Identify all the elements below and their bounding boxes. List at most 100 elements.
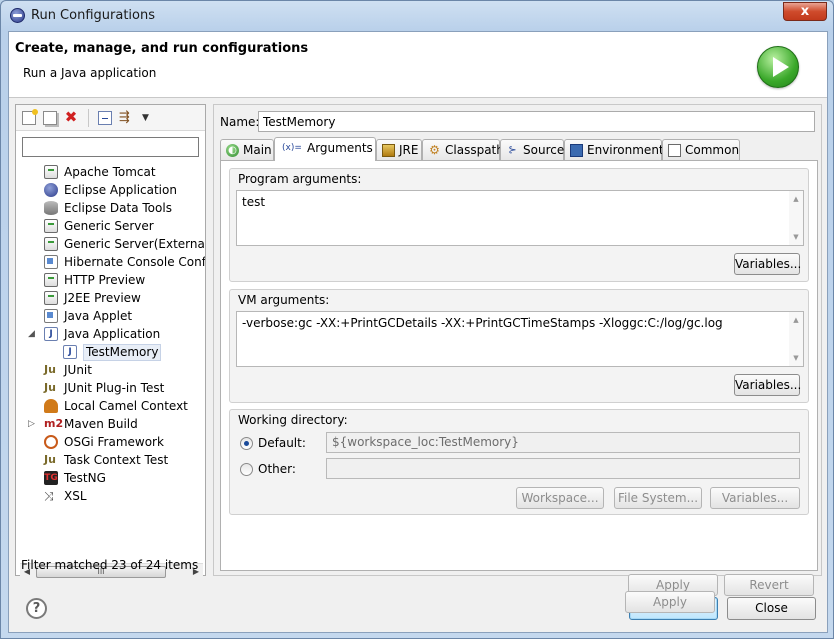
tab-source[interactable]: ⊱ Source <box>500 139 564 161</box>
java-application-icon: J <box>44 327 58 341</box>
program-variables-button[interactable]: Variables... <box>734 253 801 275</box>
tree-item-label: HTTP Preview <box>64 273 146 287</box>
apply-button[interactable]: Apply <box>625 591 715 613</box>
tree-item-label: Eclipse Application <box>64 183 177 197</box>
close-button[interactable]: Close <box>727 597 816 620</box>
tree-item-label: Generic Server(External La <box>64 237 205 251</box>
tree-item-label: Hibernate Console Config <box>64 255 205 269</box>
arguments-tab-icon: (x)= <box>282 143 302 153</box>
duplicate-icon[interactable] <box>43 111 57 125</box>
tree-item-junit[interactable]: Ju JUnit <box>16 361 205 379</box>
tree-item-testng[interactable]: TG TestNG <box>16 469 205 487</box>
server-icon <box>44 165 58 179</box>
tree-item-label: JUnit Plug-in Test <box>64 381 165 395</box>
tab-environment[interactable]: Environment <box>564 139 664 161</box>
camel-icon <box>44 399 58 413</box>
scroll-down-icon[interactable]: ▼ <box>789 352 803 364</box>
name-label: Name: <box>220 115 260 129</box>
vm-arguments-label: VM arguments: <box>238 293 330 307</box>
tab-jre[interactable]: JRE <box>376 139 422 161</box>
tree-item-junit-plugin-test[interactable]: Ju JUnit Plug-in Test <box>16 379 205 397</box>
workspace-button[interactable]: Workspace... <box>516 487 604 509</box>
tree-item-xsl[interactable]: ⤨ XSL <box>16 487 205 505</box>
help-icon[interactable]: ? <box>26 598 47 619</box>
other-directory-field <box>326 458 800 479</box>
header-title: Create, manage, and run configurations <box>15 41 309 56</box>
tree-item-osgi-framework[interactable]: OSGi Framework <box>16 433 205 451</box>
tree-item-eclipse-application[interactable]: Eclipse Application <box>16 181 205 199</box>
tree-item-generic-server-external[interactable]: Generic Server(External La <box>16 235 205 253</box>
eclipse-icon <box>44 183 58 197</box>
configuration-tree: Apache Tomcat Eclipse Application Eclips… <box>16 163 205 523</box>
tree-item-label: Local Camel Context <box>64 399 188 413</box>
tab-main[interactable]: ◐ Main <box>220 139 274 161</box>
tree-item-label: TestNG <box>64 471 106 485</box>
collapsed-twisty-icon[interactable]: ▷ <box>28 415 35 433</box>
tab-common[interactable]: Common <box>662 139 740 161</box>
dialog-header: Create, manage, and run configurations R… <box>9 32 827 98</box>
program-arguments-textarea[interactable]: test ▲ ▼ <box>236 190 804 246</box>
tab-arguments[interactable]: (x)= Arguments <box>274 137 376 161</box>
other-directory-radio[interactable] <box>240 463 253 476</box>
other-directory-label: Other: <box>258 462 296 476</box>
delete-icon[interactable]: ✖ <box>64 110 78 125</box>
tree-item-http-preview[interactable]: HTTP Preview <box>16 271 205 289</box>
tree-item-label: Maven Build <box>64 417 138 431</box>
configuration-editor-pane: Name: ◐ Main (x)= Arguments JRE ⚙ Classp… <box>213 104 822 613</box>
working-directory-group: Working directory: Default: ${workspace_… <box>229 409 809 515</box>
tab-label: Main <box>243 143 272 157</box>
tab-label: Classpath <box>445 143 504 157</box>
tree-item-j2ee-preview[interactable]: J2EE Preview <box>16 289 205 307</box>
window-close-button[interactable]: x <box>783 2 827 21</box>
tab-label: JRE <box>399 143 419 157</box>
filter-icon[interactable]: ⇶ <box>119 111 133 125</box>
tree-item-generic-server[interactable]: Generic Server <box>16 217 205 235</box>
tree-item-label: Task Context Test <box>64 453 169 467</box>
database-icon <box>44 201 58 215</box>
toolbar-separator <box>88 109 89 127</box>
header-subtitle: Run a Java application <box>23 66 157 80</box>
new-configuration-icon[interactable] <box>22 109 38 125</box>
name-input[interactable] <box>258 111 815 132</box>
tab-classpath[interactable]: ⚙ Classpath <box>422 139 504 161</box>
title-bar: Run Configurations x <box>1 1 833 31</box>
tree-item-local-camel-context[interactable]: Local Camel Context <box>16 397 205 415</box>
dialog-client-area: Create, manage, and run configurations R… <box>8 31 828 633</box>
tab-label: Source <box>523 143 565 157</box>
default-directory-radio[interactable] <box>240 437 253 450</box>
tab-label: Environment <box>587 143 664 157</box>
run-icon <box>757 46 799 88</box>
main-tab-icon: ◐ <box>226 144 239 157</box>
expanded-twisty-icon[interactable]: ◢ <box>28 325 35 343</box>
view-menu-icon[interactable]: ▼ <box>142 111 156 125</box>
classpath-tab-icon: ⚙ <box>429 143 440 157</box>
server-icon <box>44 273 58 287</box>
osgi-icon <box>44 435 58 449</box>
revert-button[interactable]: Revert <box>724 574 814 596</box>
tree-item-apache-tomcat[interactable]: Apache Tomcat <box>16 163 205 181</box>
vm-variables-button[interactable]: Variables... <box>734 374 801 396</box>
tree-item-java-application[interactable]: ◢ J Java Application <box>16 325 205 343</box>
tree-item-testmemory[interactable]: J TestMemory <box>16 343 205 361</box>
configuration-tabs: ◐ Main (x)= Arguments JRE ⚙ Classpath ⊱ <box>220 137 818 161</box>
tree-item-task-context-test[interactable]: Ju Task Context Test <box>16 451 205 469</box>
default-directory-field: ${workspace_loc:TestMemory} <box>326 432 800 453</box>
file-system-button[interactable]: File System... <box>614 487 702 509</box>
maven-icon: m2 <box>44 417 64 430</box>
source-tab-icon: ⊱ <box>508 145 517 156</box>
default-directory-label: Default: <box>258 436 306 450</box>
vm-arguments-textarea[interactable]: -verbose:gc -XX:+PrintGCDetails -XX:+Pri… <box>236 311 804 367</box>
scroll-down-icon[interactable]: ▼ <box>789 231 803 243</box>
tree-item-hibernate-console[interactable]: Hibernate Console Config <box>16 253 205 271</box>
filter-input[interactable] <box>22 137 199 157</box>
tree-item-maven-build[interactable]: ▷ m2 Maven Build <box>16 415 205 433</box>
directory-variables-button[interactable]: Variables... <box>710 487 800 509</box>
vm-arguments-group: VM arguments: -verbose:gc -XX:+PrintGCDe… <box>229 289 809 403</box>
tree-item-java-applet[interactable]: Java Applet <box>16 307 205 325</box>
collapse-all-icon[interactable] <box>98 111 112 125</box>
program-arguments-scrollbar[interactable]: ▲ ▼ <box>789 191 803 245</box>
scroll-up-icon[interactable]: ▲ <box>789 314 803 326</box>
scroll-up-icon[interactable]: ▲ <box>789 193 803 205</box>
tree-item-eclipse-data-tools[interactable]: Eclipse Data Tools <box>16 199 205 217</box>
vm-arguments-scrollbar[interactable]: ▲ ▼ <box>789 312 803 366</box>
